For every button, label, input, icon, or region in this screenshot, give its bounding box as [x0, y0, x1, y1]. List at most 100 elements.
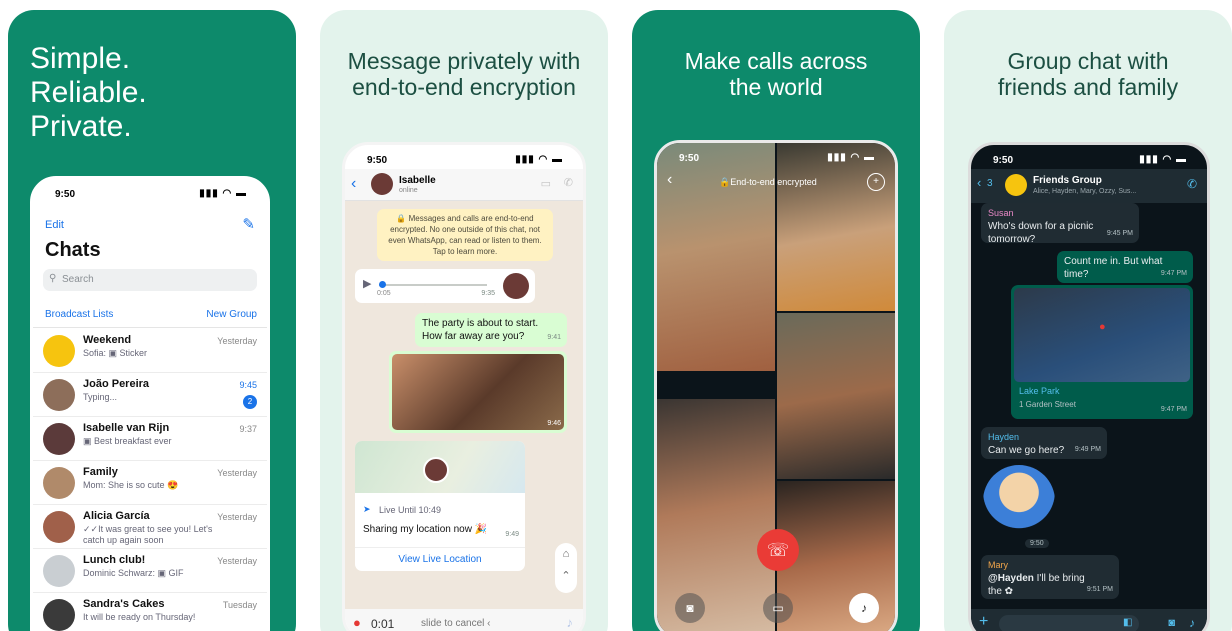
add-call-icon[interactable]: ✆: [1187, 177, 1197, 191]
mute-button[interactable]: ♪: [849, 593, 879, 623]
contact-name: Isabelle: [399, 175, 436, 186]
avatar: [43, 599, 75, 631]
microphone-icon[interactable]: ♪: [1189, 616, 1195, 630]
chat-name: João Pereira: [83, 378, 150, 390]
chat-name: Lunch club!: [83, 554, 146, 566]
view-live-location-button[interactable]: View Live Location: [355, 547, 525, 571]
page-title: Chats: [45, 239, 101, 261]
lock-icon[interactable]: ⌂: [555, 543, 577, 565]
phone-icon[interactable]: ✆: [564, 176, 573, 189]
headline-line: Message privately with: [347, 48, 581, 74]
chat-date: Yesterday: [217, 512, 257, 522]
message-time: 9:45 PM: [1106, 230, 1133, 237]
chevron-up-icon[interactable]: ⌃: [555, 565, 577, 587]
message-time: 9:41: [547, 334, 561, 341]
mention[interactable]: @Hayden: [988, 573, 1034, 584]
live-until-label: Live Until 10:49: [379, 505, 442, 515]
avatar: [43, 467, 75, 499]
message-text: Count me in. But what time?: [1064, 256, 1163, 280]
incoming-message[interactable]: Hayden Can we go here? 9:49 PM: [981, 427, 1107, 459]
chat-row[interactable]: Sandra's Cakes It will be ready on Thursd…: [33, 593, 267, 631]
message-time: 9:49: [505, 531, 519, 538]
chat-name: Isabelle van Rijn: [83, 422, 170, 434]
unread-badge: 2: [243, 395, 257, 409]
headline-line: end-to-end encryption: [352, 74, 576, 100]
photo-message[interactable]: 9:46: [389, 351, 567, 433]
plus-icon[interactable]: +: [979, 613, 988, 631]
avatar: [43, 423, 75, 455]
headline-line: the world: [729, 74, 823, 100]
avatar: [423, 457, 449, 483]
chat-date: Yesterday: [217, 336, 257, 346]
add-participant-icon[interactable]: +: [867, 173, 885, 191]
status-bar: 9:50 ▮▮▮ ◠ ▬: [971, 145, 1207, 171]
recording-time: 0:01: [371, 617, 395, 631]
chat-row[interactable]: Family Mom: She is so cute 😍 Yesterday: [33, 461, 267, 505]
mic-icon[interactable]: ♪: [567, 615, 574, 630]
chat-name: Weekend: [83, 334, 132, 346]
camera-icon[interactable]: ◙: [1168, 617, 1175, 629]
incoming-message[interactable]: Susan Who's down for a picnic tomorrow? …: [981, 203, 1139, 245]
avatar: [503, 273, 529, 299]
chat-row[interactable]: João Pereira Typing... 9:45 2: [33, 373, 267, 417]
phone-friends-group: 9:50 ▮▮▮ ◠ ▬ ‹ 3 Friends Group Alice, Ha…: [968, 142, 1210, 631]
chat-date: Yesterday: [217, 556, 257, 566]
sticker-image[interactable]: [983, 465, 1055, 537]
live-location-icon: ➤: [363, 504, 371, 514]
call-participant-tile: [777, 313, 895, 479]
headline-line: Private.: [30, 110, 132, 143]
location-name: Lake Park: [1019, 386, 1060, 396]
location-message[interactable]: ● Lake Park 1 Garden Street 9:47 PM: [1011, 285, 1193, 419]
voice-message[interactable]: ▶ 0:05 9:35: [355, 269, 535, 303]
message-input[interactable]: [999, 615, 1139, 631]
composer-bar: + ◧ ◙ ♪: [971, 609, 1207, 631]
outgoing-message[interactable]: Count me in. But what time? 9:47 PM: [1057, 251, 1193, 283]
broadcast-lists-link[interactable]: Broadcast Lists: [45, 309, 113, 320]
status-time: 9:50: [993, 155, 1014, 166]
back-icon[interactable]: ‹: [351, 175, 356, 193]
compose-icon[interactable]: ✎: [242, 215, 255, 233]
party-photo: [392, 354, 564, 430]
status-time: 9:50: [679, 153, 700, 164]
map-thumbnail: [1014, 288, 1190, 382]
microphone-icon[interactable]: ●: [353, 615, 361, 630]
end-call-button[interactable]: ☏: [757, 529, 799, 571]
search-icon: ⚲: [49, 273, 57, 284]
play-icon[interactable]: ▶: [363, 278, 371, 291]
video-call-icon[interactable]: ▭: [541, 177, 551, 190]
chat-preview: ✓✓It was great to see you! Let's catch u…: [83, 524, 213, 545]
message-time: 9:51 PM: [1086, 586, 1113, 593]
video-off-button[interactable]: ▭: [763, 593, 793, 623]
scroll-control[interactable]: ⌂ ⌃: [555, 543, 577, 593]
chat-row[interactable]: Lunch club! Dominic Schwarz: ▣ GIF Yesterd…: [33, 549, 267, 593]
edit-button[interactable]: Edit: [45, 219, 64, 231]
new-group-link[interactable]: New Group: [206, 309, 257, 320]
message-time: 9:49 PM: [1074, 446, 1101, 453]
sticker-icon[interactable]: ◧: [1123, 617, 1132, 628]
message-time: 9:47 PM: [1160, 406, 1187, 413]
message-text: Who's down for a picnic tomorrow?: [988, 221, 1094, 245]
encryption-label: 🔒End-to-end encrypted: [719, 177, 817, 187]
back-icon[interactable]: ‹: [977, 175, 981, 190]
chat-date: Yesterday: [217, 468, 257, 478]
encryption-notice[interactable]: 🔒 Messages and calls are end-to-end encr…: [377, 209, 553, 261]
chat-row[interactable]: Weekend Sofia: ▣ Sticker Yesterday: [33, 329, 267, 373]
chat-preview: Mom: She is so cute 😍: [83, 480, 179, 490]
chat-preview: Dominic Schwarz: ▣ GIF: [83, 568, 184, 578]
status-bar: 9:50 ▮▮▮ ◠ ▬: [657, 143, 895, 169]
incoming-message[interactable]: Mary @Hayden I'll be bring the ✿ 9:51 PM: [981, 555, 1119, 599]
outgoing-message[interactable]: The party is about to start. How far awa…: [415, 313, 567, 347]
live-location-message[interactable]: ➤ Live Until 10:49 Sharing my location n…: [355, 441, 525, 571]
message-text: The party is about to start. How far awa…: [422, 318, 539, 342]
search-input[interactable]: ⚲ Search: [43, 269, 257, 291]
slide-to-cancel[interactable]: slide to cancel ‹: [421, 618, 490, 629]
back-icon[interactable]: ‹: [667, 171, 672, 189]
headline-encryption: Message privately with end-to-end encryp…: [320, 48, 608, 100]
chat-row[interactable]: Alicia García ✓✓It was great to see you! …: [33, 505, 267, 549]
chat-row[interactable]: Isabelle van Rijn ▣ Best breakfast ever 9:…: [33, 417, 267, 461]
recording-bar: ● 0:01 slide to cancel ‹ ♪: [345, 609, 583, 631]
unread-count[interactable]: 3: [987, 178, 993, 189]
contact-status: online: [399, 187, 418, 194]
chat-preview: Typing...: [83, 392, 118, 402]
camera-flip-button[interactable]: ◙: [675, 593, 705, 623]
